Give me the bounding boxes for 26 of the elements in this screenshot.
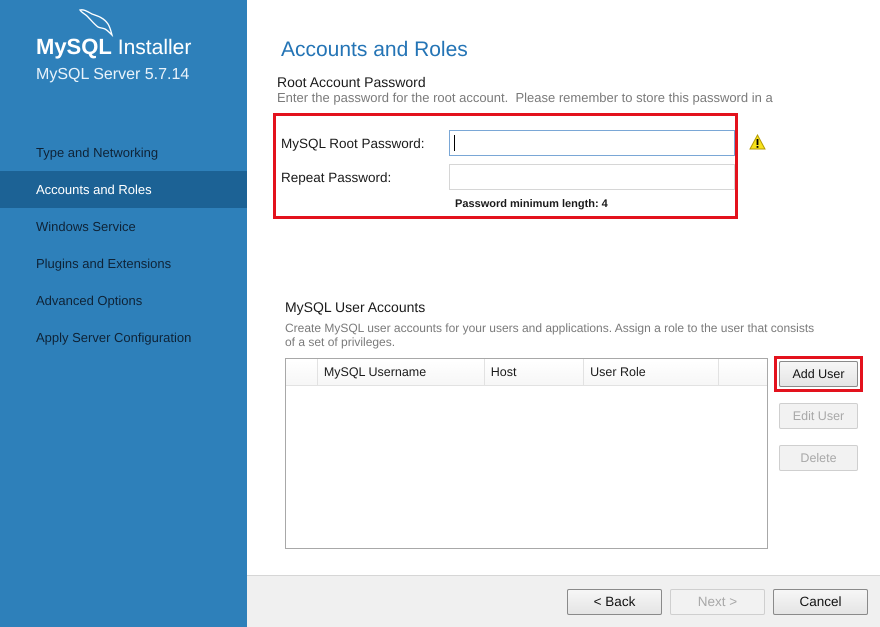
product-version: MySQL Server 5.7.14 [36,66,190,84]
section-description: Enter the password for the root account. Please remember to store this password in a [277,90,774,105]
user-button[interactable]: Add User [779,361,858,387]
sidebar-item[interactable]: Plugins and Extensions [0,245,247,282]
product-name: Installer [118,36,192,60]
page-title: Accounts and Roles [281,38,469,62]
password-field[interactable] [449,164,735,190]
sidebar-item[interactable]: Advanced Options [0,282,247,319]
column-header[interactable]: Host [484,359,584,385]
sidebar-item[interactable]: Type and Networking [0,134,247,171]
field-label: Repeat Password: [281,170,392,184]
wizard-button[interactable]: < Back [567,588,662,614]
field-label: MySQL Root Password: [281,136,426,150]
sidebar-item[interactable]: Accounts and Roles [0,171,247,208]
sidebar-item[interactable]: Apply Server Configuration [0,319,247,356]
section-heading: MySQL User Accounts [285,299,426,315]
text-cursor [454,135,455,151]
section-heading: Root Account Password [277,74,427,90]
column-header[interactable]: User Role [584,359,720,385]
sidebar-item[interactable]: Windows Service [0,208,247,245]
password-field[interactable] [449,130,735,156]
password-hint: Password minimum length: 4 [455,198,609,210]
wizard-button[interactable]: Cancel [773,588,868,614]
column-header[interactable]: MySQL Username [318,359,485,385]
product-logo: MySQL [36,34,112,60]
section-description: Create MySQL user accounts for your users and applications. Assign a role to the user that consists of a set of privileges. [285,321,816,349]
